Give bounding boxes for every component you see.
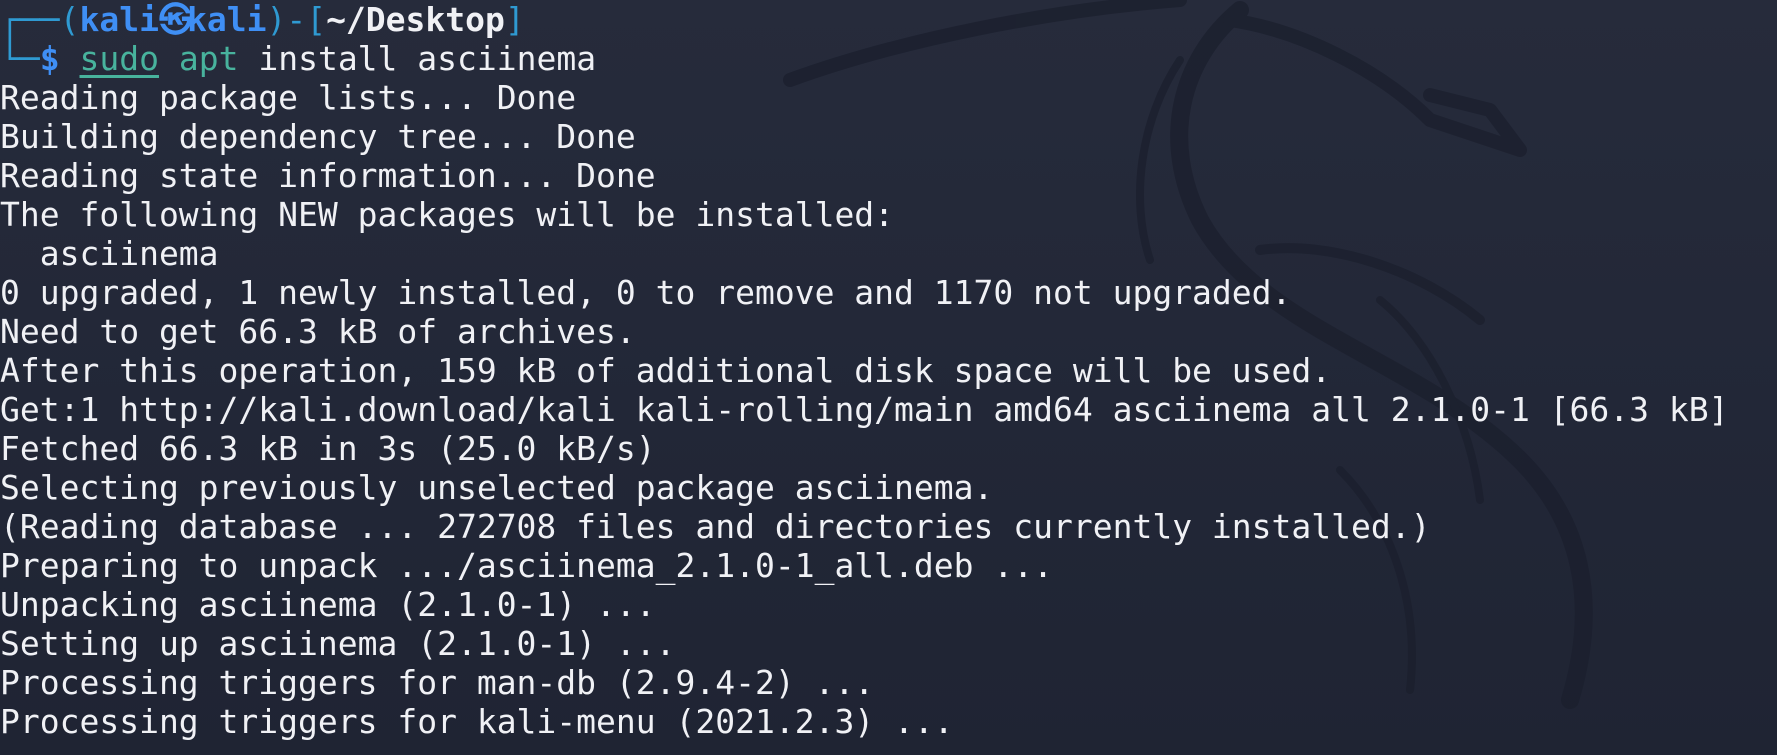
output-line: 0 upgraded, 1 newly installed, 0 to remo… (0, 273, 1292, 312)
prompt-box-top: ┌──( (0, 0, 80, 39)
output-line: Get:1 http://kali.download/kali kali-rol… (0, 390, 1729, 429)
command-args: install asciinema (258, 39, 597, 78)
output-line: Fetched 66.3 kB in 3s (25.0 kB/s) (0, 429, 656, 468)
output-line: Unpacking asciinema (2.1.0-1) ... (0, 585, 656, 624)
prompt-dollar: $ (39, 39, 60, 78)
command-apt: apt (178, 39, 239, 78)
kali-skull-icon: ㉿ (158, 0, 192, 39)
prompt-bracket-open: )-[ (266, 0, 327, 39)
output-line: asciinema (0, 234, 219, 273)
output-line: Processing triggers for man-db (2.9.4-2)… (0, 663, 875, 702)
terminal-window[interactable]: ┌──(kali㉿kali)-[~/Desktop] └─$ sudo apt … (0, 0, 1777, 755)
output-line: Need to get 66.3 kB of archives. (0, 312, 636, 351)
command-sudo: sudo (79, 39, 159, 78)
prompt-user: kali (79, 0, 159, 39)
prompt-host: kali (186, 0, 267, 39)
output-line: Reading state information... Done (0, 156, 656, 195)
terminal-output: ┌──(kali㉿kali)-[~/Desktop] └─$ sudo apt … (0, 0, 1777, 741)
prompt-cwd: ~/Desktop (326, 0, 505, 39)
output-line: Setting up asciinema (2.1.0-1) ... (0, 624, 676, 663)
output-line: (Reading database ... 272708 files and d… (0, 507, 1431, 546)
output-line: Selecting previously unselected package … (0, 468, 994, 507)
output-line: After this operation, 159 kB of addition… (0, 351, 1332, 390)
output-line: Preparing to unpack .../asciinema_2.1.0-… (0, 546, 1053, 585)
prompt-bracket-close: ] (504, 0, 525, 39)
output-line: Reading package lists... Done (0, 78, 577, 117)
prompt-header-line: ┌──(kali㉿kali)-[~/Desktop] (0, 0, 1777, 39)
output-line: Processing triggers for kali-menu (2021.… (0, 702, 954, 741)
command-line[interactable]: └─$ sudo apt install asciinema (0, 39, 1777, 78)
output-line: Building dependency tree... Done (0, 117, 636, 156)
output-line: The following NEW packages will be insta… (0, 195, 895, 234)
prompt-box-bottom: └─ (0, 39, 40, 78)
